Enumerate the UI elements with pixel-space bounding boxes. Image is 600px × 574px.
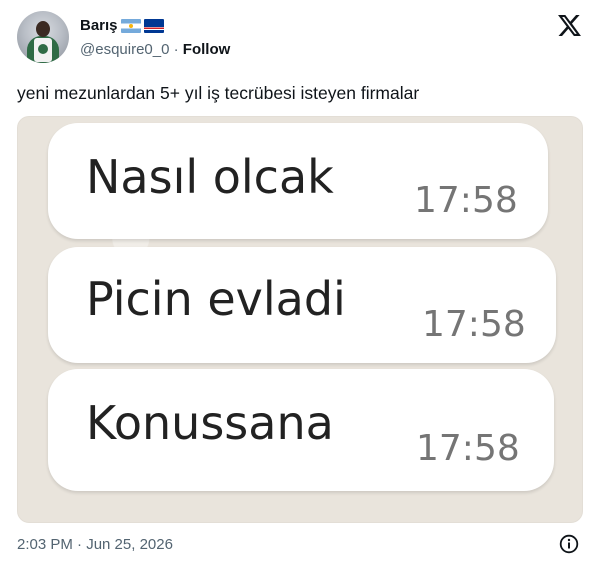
- author-name-row[interactable]: Barış: [80, 17, 164, 35]
- follow-button[interactable]: Follow: [183, 41, 231, 58]
- argentina-flag-icon: [120, 19, 141, 33]
- chat-message-time: 17:58: [422, 304, 526, 345]
- cape-verde-flag-icon: [143, 19, 164, 33]
- chat-bubble: Nasıl olcak 17:58: [48, 123, 548, 239]
- x-logo-icon[interactable]: [558, 15, 581, 36]
- tweet-timestamp[interactable]: 2:03 PM · Jun 25, 2026: [17, 536, 173, 554]
- chat-message-text: Nasıl olcak: [86, 150, 334, 204]
- chat-bubble: Konussana 17:58: [48, 369, 554, 491]
- handle-separator: ·: [173, 41, 179, 58]
- info-icon[interactable]: [559, 534, 579, 554]
- author-avatar[interactable]: [17, 11, 69, 63]
- avatar-jersey-logo: [38, 44, 48, 54]
- tweet-text: yeni mezunlardan 5+ yıl iş tecrübesi ist…: [17, 83, 420, 103]
- chat-message-text: Picin evladi: [86, 272, 346, 326]
- author-handle[interactable]: @esquire0_0: [80, 41, 169, 58]
- author-name[interactable]: Barış: [80, 17, 118, 35]
- avatar-player-head: [36, 21, 50, 37]
- chat-message-time: 17:58: [416, 428, 520, 469]
- tweet-card: Barış @esquire0_0 · Follow yeni mezunlar…: [0, 0, 600, 574]
- author-handle-row: @esquire0_0 · Follow: [80, 41, 230, 59]
- chat-message-text: Konussana: [86, 396, 334, 450]
- tweet-media-image[interactable]: Nasıl olcak 17:58 Picin evladi 17:58 Kon…: [17, 116, 583, 523]
- chat-bubble: Picin evladi 17:58: [48, 247, 556, 363]
- chat-message-time: 17:58: [414, 180, 518, 221]
